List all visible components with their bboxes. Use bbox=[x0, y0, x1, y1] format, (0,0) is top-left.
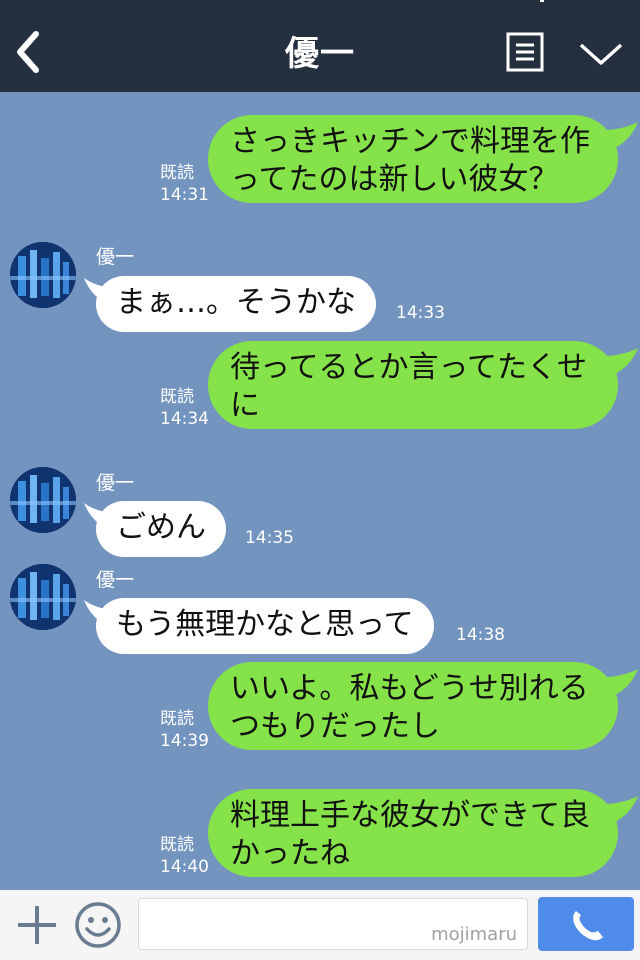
message-time: 14:33 bbox=[396, 303, 445, 323]
plus-icon bbox=[18, 906, 56, 944]
message-bubble[interactable]: もう無理かなと思って bbox=[96, 598, 434, 654]
message-line: 待ってるとか言ってたくせ bbox=[230, 350, 587, 385]
avatar[interactable] bbox=[10, 564, 76, 630]
message-line: 料理上手な彼女ができて良 bbox=[230, 798, 590, 833]
read-receipt: 既読 14:34 bbox=[160, 386, 209, 430]
message-line: つもりだったし bbox=[230, 709, 440, 744]
message-text: もう無理かなと思って bbox=[116, 607, 414, 642]
sender-name: 優一 bbox=[96, 569, 135, 591]
bubble-tail bbox=[604, 796, 638, 824]
watermark: mojimaru bbox=[431, 924, 517, 945]
message-bubble[interactable]: 待ってるとか言ってたくせ に bbox=[208, 341, 618, 429]
message-bubble[interactable]: いいよ。私もどうせ別れる つもりだったし bbox=[208, 662, 618, 750]
avatar-image bbox=[10, 564, 76, 630]
message-bubble[interactable]: ごめん bbox=[96, 501, 226, 557]
bubble-tail bbox=[604, 122, 638, 150]
avatar[interactable] bbox=[10, 467, 76, 533]
avatar[interactable] bbox=[10, 242, 76, 308]
message-time: 14:35 bbox=[245, 528, 294, 548]
chat-title: 優一 bbox=[285, 34, 355, 74]
message-line: ってたのは新しい彼女？ bbox=[230, 162, 559, 197]
sender-name: 優一 bbox=[96, 246, 135, 268]
read-receipt: 既読 14:40 bbox=[160, 834, 209, 878]
message-time: 14:40 bbox=[160, 857, 209, 877]
read-label: 既読 bbox=[160, 835, 194, 855]
message-line: に bbox=[230, 388, 260, 423]
avatar-image bbox=[10, 467, 76, 533]
message-time: 14:39 bbox=[160, 731, 209, 751]
chevron-down-icon bbox=[579, 43, 623, 65]
status-mark bbox=[540, 0, 544, 2]
menu-button[interactable] bbox=[506, 32, 544, 72]
read-label: 既読 bbox=[160, 709, 194, 729]
sender-name: 優一 bbox=[96, 472, 135, 494]
message-bubble[interactable]: さっきキッチンで料理を作 ってたのは新しい彼女？ bbox=[208, 115, 618, 203]
call-button[interactable] bbox=[538, 897, 634, 951]
expand-button[interactable] bbox=[578, 40, 624, 68]
message-time: 14:31 bbox=[160, 185, 209, 205]
menu-icon bbox=[506, 32, 544, 72]
bubble-tail bbox=[604, 669, 638, 697]
message-line: かったね bbox=[230, 836, 350, 871]
chat-area[interactable]: 既読 14:31 さっきキッチンで料理を作 ってたのは新しい彼女？ 優一 まぁ…… bbox=[0, 92, 640, 890]
chat-header: 優一 bbox=[0, 0, 640, 92]
phone-icon bbox=[573, 911, 603, 941]
message-line: さっきキッチンで料理を作 bbox=[230, 124, 590, 159]
smiley-icon bbox=[75, 902, 121, 948]
read-label: 既読 bbox=[160, 163, 194, 183]
message-bubble[interactable]: 料理上手な彼女ができて良 かったね bbox=[208, 789, 618, 877]
read-receipt: 既読 14:39 bbox=[160, 708, 209, 752]
message-time: 14:38 bbox=[456, 625, 505, 645]
read-receipt: 既読 14:31 bbox=[160, 162, 209, 206]
avatar-image bbox=[10, 242, 76, 308]
emoji-button[interactable] bbox=[74, 901, 122, 949]
read-label: 既読 bbox=[160, 387, 194, 407]
message-text: ごめん bbox=[116, 510, 206, 545]
message-input[interactable]: mojimaru bbox=[138, 898, 528, 950]
message-text: まぁ…。そうかな bbox=[116, 285, 356, 320]
message-bubble[interactable]: まぁ…。そうかな bbox=[96, 276, 376, 332]
bubble-tail bbox=[604, 348, 638, 376]
message-time: 14:34 bbox=[160, 409, 209, 429]
message-line: いいよ。私もどうせ別れる bbox=[230, 671, 589, 706]
add-button[interactable] bbox=[14, 902, 60, 948]
